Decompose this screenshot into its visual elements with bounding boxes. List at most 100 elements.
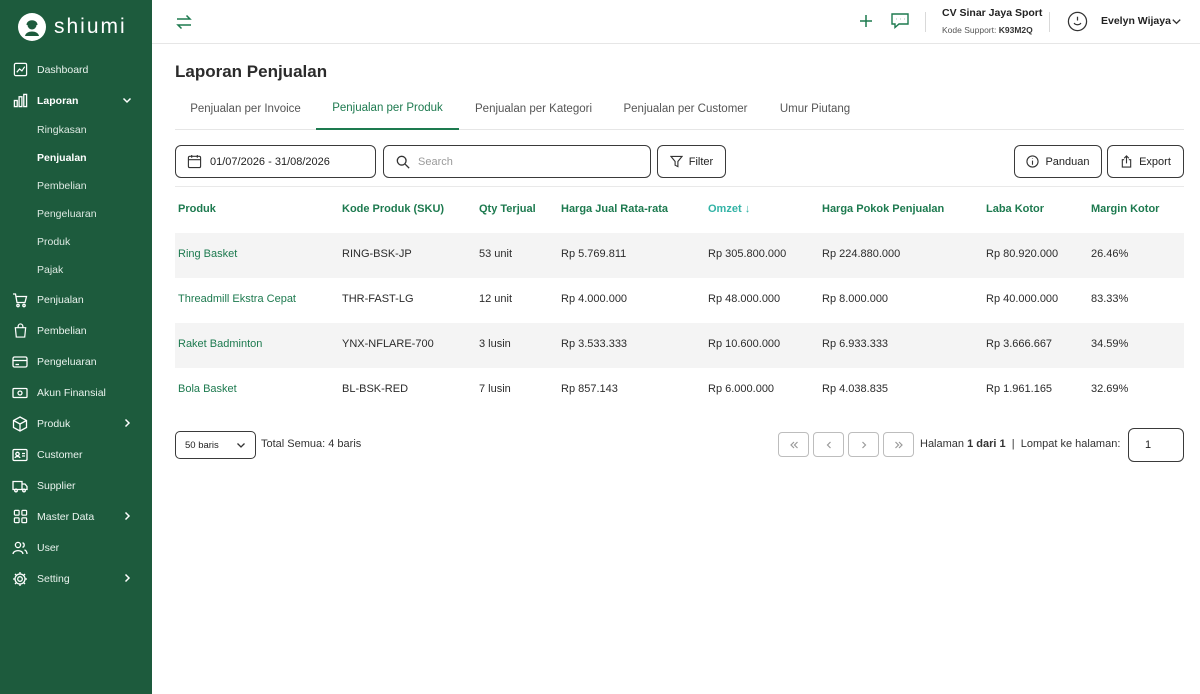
column-header-produk[interactable]: Produk — [178, 203, 216, 215]
export-label: Export — [1139, 155, 1171, 168]
cart-icon — [12, 292, 28, 308]
page-info: Halaman 1 dari 1 | Lompat ke halaman: — [920, 438, 1121, 450]
column-header-harga-jual[interactable]: Harga Jual Rata-rata — [561, 203, 668, 215]
jump-label: Lompat ke halaman: — [1020, 438, 1121, 450]
header-divider — [1049, 12, 1050, 32]
sidebar-item-customer[interactable]: Customer — [0, 439, 152, 470]
sidebar-item-dashboard[interactable]: Dashboard — [0, 54, 152, 85]
cell-hpp: Rp 4.038.835 — [822, 383, 889, 395]
sidebar-item-label: Dashboard — [37, 63, 89, 76]
gear-icon — [12, 571, 28, 587]
filter-button[interactable]: Filter — [657, 145, 726, 178]
report-tabs: Penjualan per Invoice Penjualan per Prod… — [175, 88, 1184, 130]
sidebar-item-setting[interactable]: Setting — [0, 563, 152, 594]
prev-page-button[interactable] — [813, 432, 844, 457]
sidebar-item-laporan[interactable]: Laporan — [0, 85, 152, 116]
info-icon — [1026, 155, 1040, 168]
cell-omzet: Rp 305.800.000 — [708, 248, 787, 260]
jump-to-page-input[interactable] — [1128, 428, 1184, 462]
support-code-value: K93M2Q — [998, 25, 1033, 35]
sidebar-nav: Dashboard Laporan Ringkasan Penjualan Pe… — [0, 54, 152, 594]
column-header-omzet[interactable]: Omzet ↓ — [708, 203, 750, 215]
chart-line-icon — [12, 62, 28, 78]
sidebar-subitem-pengeluaran[interactable]: Pengeluaran — [0, 200, 152, 228]
page-prefix: Halaman — [920, 438, 965, 450]
search-box[interactable] — [383, 145, 651, 178]
cell-qty: 7 lusin — [479, 383, 511, 395]
cell-omzet: Rp 48.000.000 — [708, 293, 781, 305]
sidebar-item-label: Akun Finansial — [37, 386, 106, 399]
rows-per-page-value: 50 baris — [185, 439, 219, 451]
bar-chart-icon — [12, 93, 28, 109]
last-page-button[interactable] — [883, 432, 914, 457]
search-icon — [396, 155, 410, 169]
swap-arrows-icon[interactable] — [174, 12, 194, 32]
sidebar-subitem-penjualan[interactable]: Penjualan — [0, 144, 152, 172]
filter-icon — [669, 155, 683, 168]
user-name[interactable]: Evelyn Wijaya — [1101, 15, 1171, 27]
sidebar-item-label: Pembelian — [37, 324, 87, 337]
chevron-down-icon — [122, 97, 132, 104]
column-header-qty[interactable]: Qty Terjual — [479, 203, 536, 215]
sidebar-subitem-produk[interactable]: Produk — [0, 228, 152, 256]
filter-toolbar: 01/07/2026 - 31/08/2026 Filter Panduan E… — [175, 145, 1184, 178]
sidebar-item-produk[interactable]: Produk — [0, 408, 152, 439]
cell-sku: BL-BSK-RED — [342, 383, 409, 395]
grid-icon — [12, 509, 28, 525]
first-page-button[interactable] — [778, 432, 809, 457]
product-link[interactable]: Bola Basket — [178, 383, 237, 395]
pagination-bar: 50 baris Total Semua: 4 baris Halaman 1 … — [175, 428, 1184, 462]
sidebar-item-pengeluaran[interactable]: Pengeluaran — [0, 346, 152, 377]
tab-penjualan-per-invoice[interactable]: Penjualan per Invoice — [175, 88, 316, 130]
cell-laba-kotor: Rp 3.666.667 — [986, 338, 1053, 350]
sidebar-item-pembelian[interactable]: Pembelian — [0, 315, 152, 346]
column-header-laba-kotor[interactable]: Laba Kotor — [986, 203, 1044, 215]
date-range-picker[interactable]: 01/07/2026 - 31/08/2026 — [175, 145, 376, 178]
chat-icon[interactable] — [890, 11, 910, 31]
product-link[interactable]: Raket Badminton — [178, 338, 262, 350]
table-row: Raket Badminton YNX-NFLARE-700 3 lusin R… — [175, 323, 1184, 368]
cell-sku: RING-BSK-JP — [342, 248, 412, 260]
tab-penjualan-per-kategori[interactable]: Penjualan per Kategori — [459, 88, 608, 130]
tab-penjualan-per-customer[interactable]: Penjualan per Customer — [608, 88, 763, 130]
chevron-left-icon — [826, 441, 831, 448]
sort-desc-icon: ↓ — [744, 203, 751, 215]
calendar-icon — [187, 154, 202, 169]
cell-hpp: Rp 8.000.000 — [822, 293, 889, 305]
sidebar-item-penjualan[interactable]: Penjualan — [0, 284, 152, 315]
support-label: Kode Support: — [942, 25, 997, 35]
product-link[interactable]: Ring Basket — [178, 248, 237, 260]
sidebar-item-label: Supplier — [37, 479, 76, 492]
chevron-right-icon — [124, 511, 131, 521]
sidebar-subitem-pajak[interactable]: Pajak — [0, 256, 152, 284]
app-logo[interactable]: shiumi — [18, 13, 127, 41]
cell-harga-jual: Rp 4.000.000 — [561, 293, 628, 305]
sidebar-item-supplier[interactable]: Supplier — [0, 470, 152, 501]
chevron-right-icon — [124, 418, 131, 428]
column-header-margin-kotor[interactable]: Margin Kotor — [1091, 203, 1159, 215]
plus-icon[interactable] — [857, 12, 875, 30]
sidebar-subitem-ringkasan[interactable]: Ringkasan — [0, 116, 152, 144]
guide-button[interactable]: Panduan — [1014, 145, 1102, 178]
avatar-icon[interactable] — [1067, 11, 1088, 32]
support-code: Kode Support: K93M2Q — [942, 25, 1042, 35]
sidebar-item-master-data[interactable]: Master Data — [0, 501, 152, 532]
search-input[interactable] — [418, 155, 618, 168]
column-header-sku[interactable]: Kode Produk (SKU) — [342, 203, 444, 215]
sidebar: shiumi Dashboard Laporan Ringkasan Penju… — [0, 0, 152, 694]
chevron-down-icon — [237, 443, 245, 448]
column-header-hpp[interactable]: Harga Pokok Penjualan — [822, 203, 944, 215]
tab-penjualan-per-produk[interactable]: Penjualan per Produk — [316, 88, 459, 130]
sidebar-subitem-pembelian[interactable]: Pembelian — [0, 172, 152, 200]
sidebar-item-user[interactable]: User — [0, 532, 152, 563]
rows-per-page-select[interactable]: 50 baris — [175, 431, 256, 459]
export-button[interactable]: Export — [1107, 145, 1184, 178]
cell-harga-jual: Rp 5.769.811 — [561, 248, 627, 260]
tab-umur-piutang[interactable]: Umur Piutang — [763, 88, 867, 130]
chevron-down-icon[interactable] — [1170, 15, 1183, 28]
top-header: CV Sinar Jaya Sport Kode Support: K93M2Q… — [152, 0, 1200, 44]
sidebar-item-akun-finansial[interactable]: Akun Finansial — [0, 377, 152, 408]
product-link[interactable]: Threadmill Ekstra Cepat — [178, 293, 296, 305]
cell-margin-kotor: 26.46% — [1091, 248, 1129, 260]
next-page-button[interactable] — [848, 432, 879, 457]
